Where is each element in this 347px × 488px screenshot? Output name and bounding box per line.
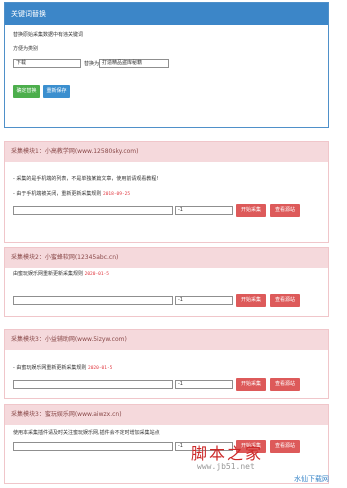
module-1-line-2: - 由于手机端被关闭，重新更新采集规则 2018-09-25	[13, 191, 131, 197]
module-2-url-input[interactable]	[13, 296, 173, 305]
module-3-url-input[interactable]	[13, 380, 173, 389]
module-2-title: 采集模块2：小蜜蜂软网(12345abc.cn)	[5, 248, 328, 268]
module-1-url-input[interactable]	[13, 206, 173, 215]
module-1-date: 2018-09-25	[103, 192, 131, 197]
module-3-count-input[interactable]: -1	[175, 380, 233, 389]
module-1-line-1: - 采集的是手机端的列表，不是单独某篇文章，使用前请观看教程!	[13, 176, 159, 182]
replace-to-input[interactable]: 打造精品盗库秘籍	[99, 59, 169, 68]
module-2-start-button[interactable]: 开始采集	[236, 294, 266, 307]
module-2-date: 2020-01-5	[84, 272, 109, 277]
module-3-title: 采集模块3：小益辅助网(www.5izyw.com)	[5, 330, 328, 350]
collect-module-1: 采集模块1：小高教学网(www.12580sky.com) - 采集的是手机端的…	[4, 141, 329, 243]
module-4-line-1: 使用本采集插件请及时关注蜜玩娱乐网,插件会不定时增加采集站点	[13, 430, 160, 436]
module-3-date: 2020-01-5	[88, 366, 113, 371]
module-3-line-1: - 由蜜玩娱乐网重新更新采集规则 2020-01-5	[13, 365, 113, 371]
watermark-url: www.jb51.net	[197, 462, 255, 471]
module-3-view-button[interactable]: 查看源站	[270, 378, 300, 391]
module-1-count-input[interactable]: -1	[175, 206, 233, 215]
replace-with-label: 替换为	[84, 61, 100, 67]
module-2-view-button[interactable]: 查看源站	[270, 294, 300, 307]
module-1-start-button[interactable]: 开始采集	[236, 204, 266, 217]
module-1-view-button[interactable]: 查看源站	[270, 204, 300, 217]
module-3-start-button[interactable]: 开始采集	[236, 378, 266, 391]
module-1-title: 采集模块1：小高教学网(www.12580sky.com)	[5, 142, 328, 162]
collect-module-2: 采集模块2：小蜜蜂软网(12345abc.cn) 由蜜玩娱乐网重新更新采集规则 …	[4, 247, 329, 317]
watermark-title: 脚本之家	[191, 444, 264, 463]
keyword-replace-title: 关键词替换	[5, 3, 328, 25]
save-button[interactable]: 重新保存	[43, 85, 70, 98]
confirm-replace-button[interactable]: 确定替换	[13, 85, 40, 98]
module-4-url-input[interactable]	[13, 442, 173, 451]
module-4-title: 采集模块3：蜜玩娱乐网(www.aiwzx.cn)	[5, 405, 328, 425]
module-2-line-1: 由蜜玩娱乐网重新更新采集规则 2020-01-5	[13, 271, 109, 277]
module-2-count-input[interactable]: -1	[175, 296, 233, 305]
keyword-replace-panel: 关键词替换 替换原始采集数据中有违关键词 方便为类别 下载 替换为 打造精品盗库…	[4, 2, 329, 128]
watermark-jb51: 脚本之家 www.jb51.net	[191, 440, 321, 476]
collect-module-3: 采集模块3：小益辅助网(www.5izyw.com) - 由蜜玩娱乐网重新更新采…	[4, 329, 329, 399]
replace-from-input[interactable]: 下载	[13, 59, 81, 68]
corner-watermark: 水仙下载网	[294, 475, 329, 483]
keyword-replace-desc: 替换原始采集数据中有违关键词	[13, 32, 84, 38]
method-label: 方便为类别	[13, 46, 39, 52]
